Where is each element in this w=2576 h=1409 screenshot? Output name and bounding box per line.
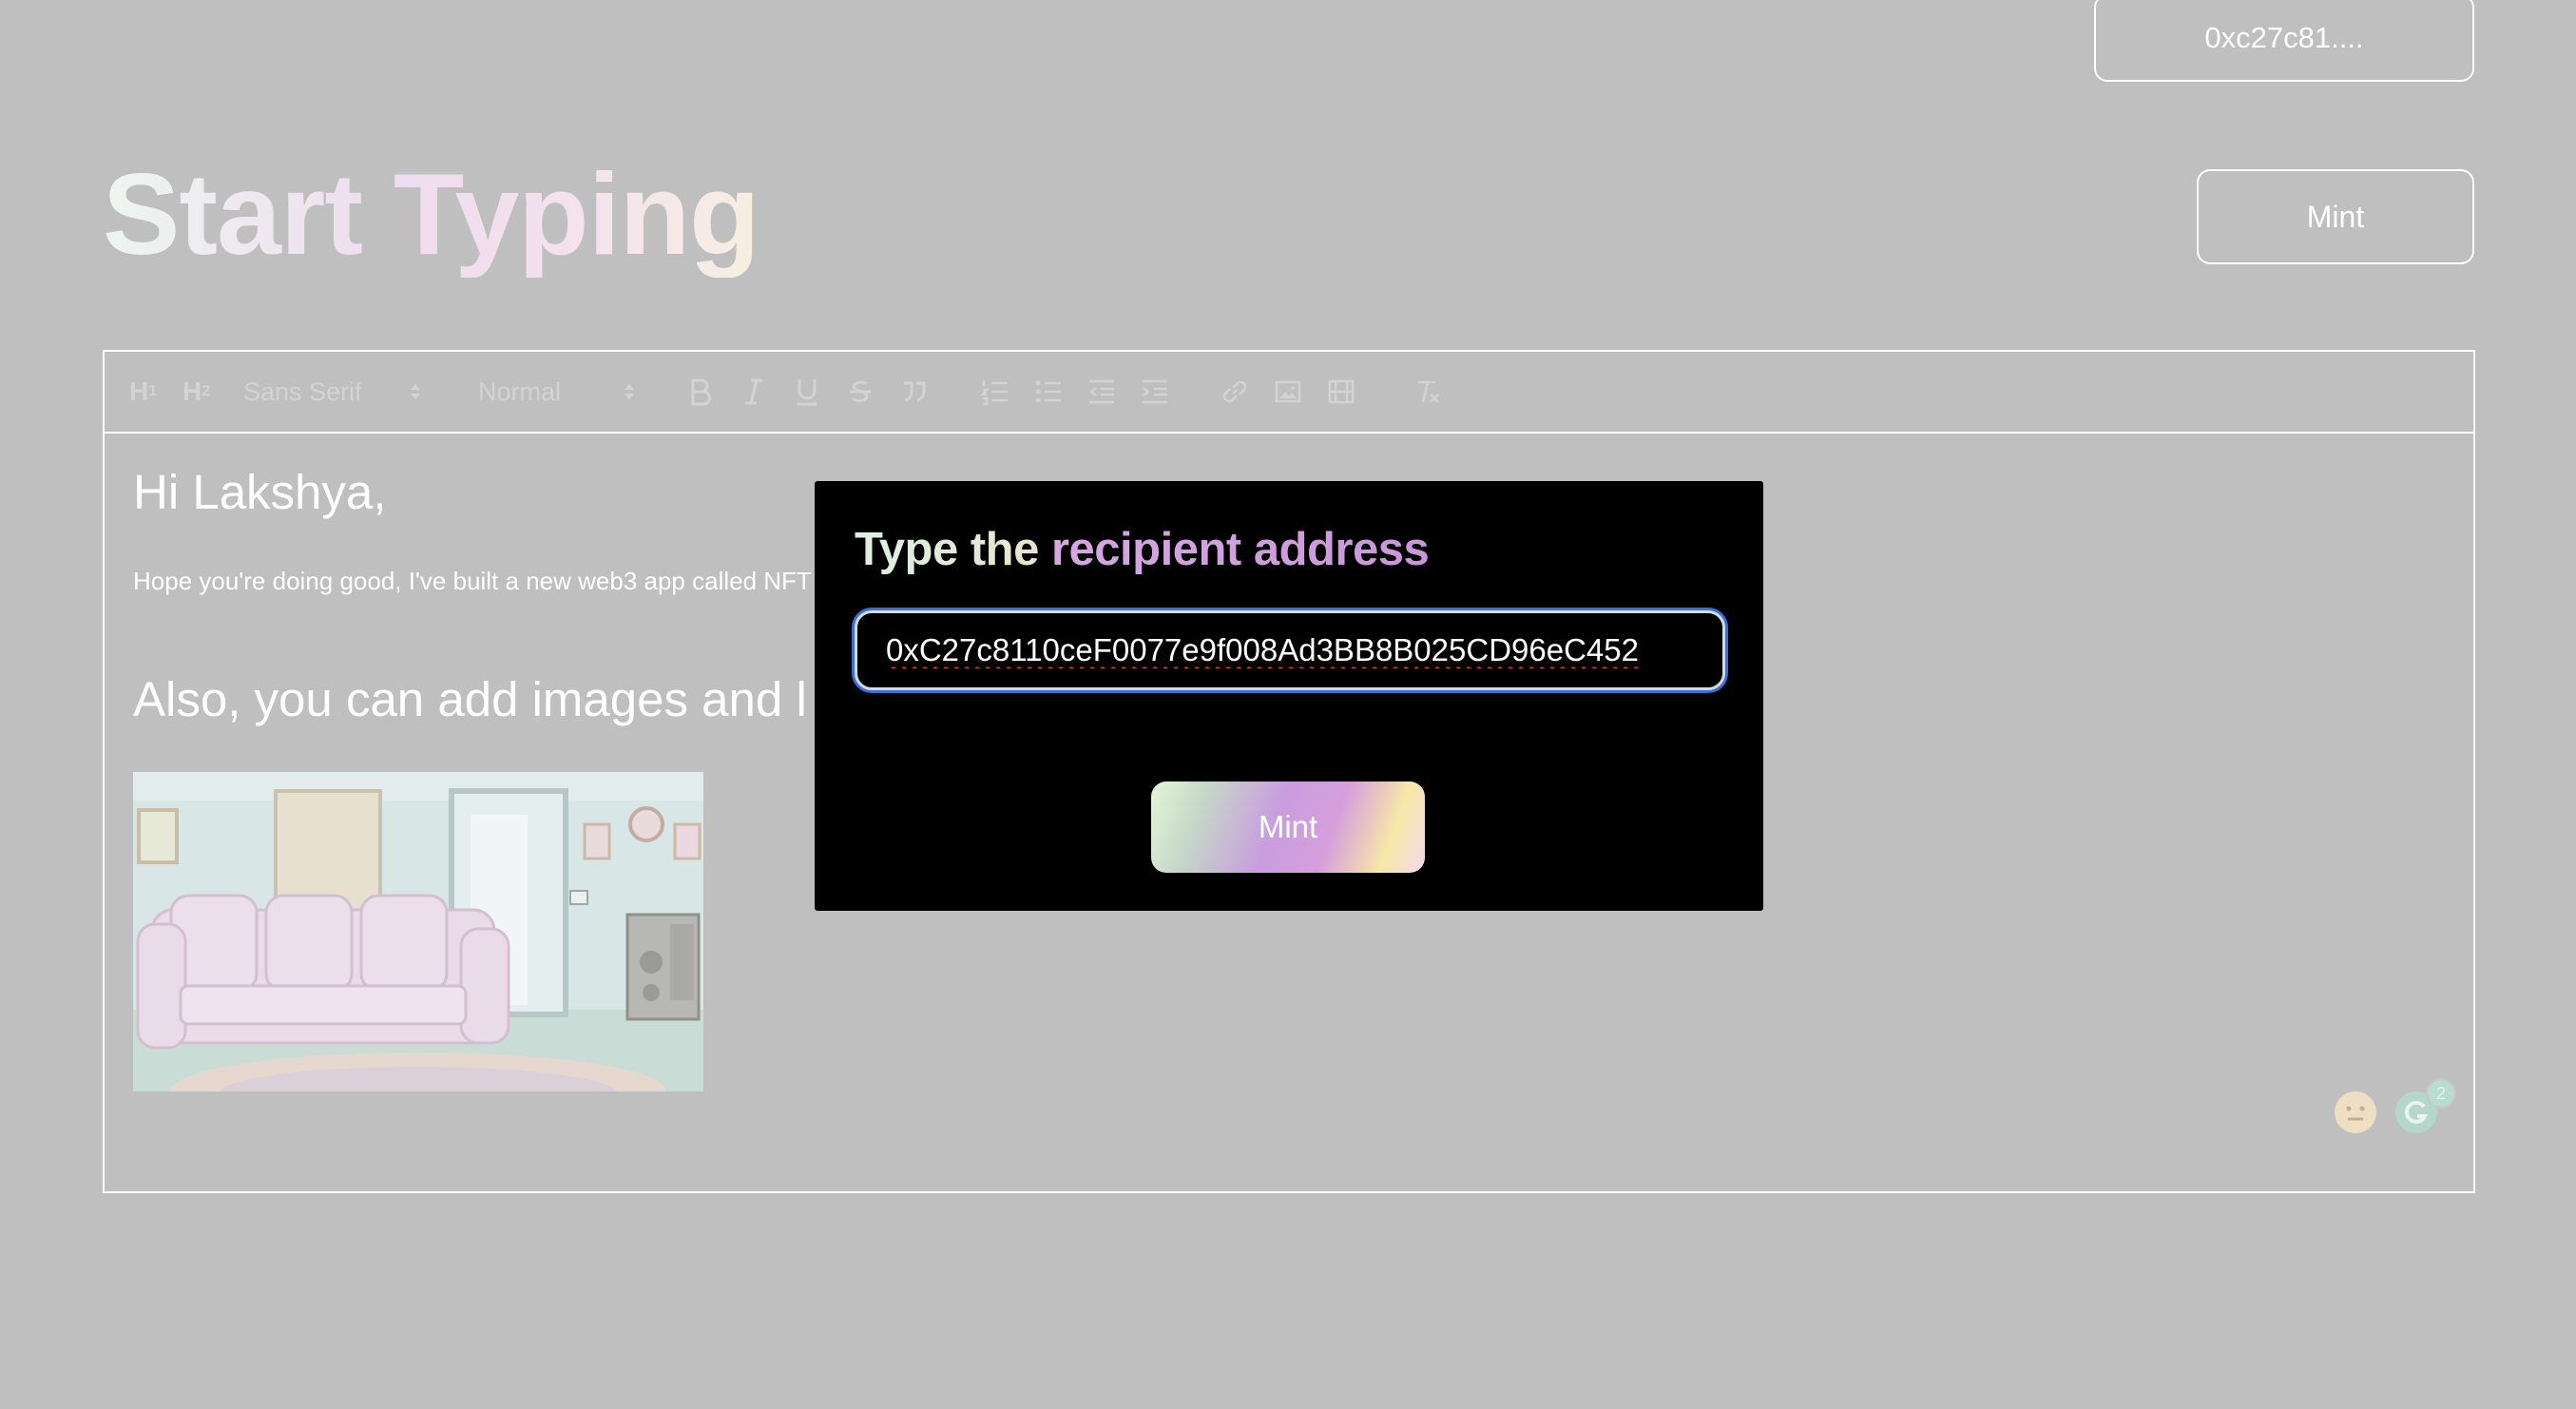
neutral-face-icon[interactable]	[2334, 1091, 2377, 1134]
ordered-list-icon[interactable]	[981, 376, 1009, 407]
font-family-select[interactable]: Sans Serif	[243, 376, 424, 407]
bold-icon[interactable]	[688, 376, 713, 407]
font-size-select[interactable]: Normal	[478, 376, 649, 407]
subheading-text: Also, you can add images and l	[133, 672, 807, 726]
strike-icon[interactable]	[848, 376, 873, 407]
heading1-button[interactable]: H1	[129, 376, 157, 407]
page-title: Start Typing	[103, 149, 760, 279]
mint-button[interactable]: Mint	[2197, 169, 2474, 264]
outdent-icon[interactable]	[1087, 376, 1116, 407]
link-icon[interactable]	[1221, 376, 1249, 407]
paragraph-text: Hope you're doing good, I've built a new…	[133, 567, 812, 595]
grammarly-badge: 2	[2426, 1078, 2456, 1109]
font-family-value: Sans Serif	[243, 376, 362, 406]
italic-icon[interactable]	[741, 376, 766, 407]
select-arrows-icon	[411, 384, 420, 399]
modal-title: Type the recipient address	[855, 524, 1430, 575]
video-icon[interactable]	[1327, 376, 1355, 407]
greeting-text: Hi Lakshya,	[133, 465, 387, 519]
underline-icon[interactable]	[795, 376, 819, 407]
font-size-value: Normal	[478, 376, 562, 406]
bullet-list-icon[interactable]	[1034, 376, 1063, 407]
quote-icon[interactable]	[901, 376, 928, 407]
heading2-button[interactable]: H2	[183, 376, 210, 407]
clear-format-icon[interactable]	[1414, 376, 1443, 407]
image-icon[interactable]	[1274, 376, 1302, 407]
modal-mint-button[interactable]: Mint	[1151, 782, 1425, 873]
select-arrows-icon	[625, 384, 634, 399]
editor-toolbar: H1 H2 Sans Serif Normal	[105, 352, 2473, 434]
mint-modal: Type the recipient address Mint	[815, 481, 1763, 911]
recipient-address-input[interactable]	[855, 610, 1725, 690]
embedded-room-image	[133, 772, 703, 1091]
wallet-address-button[interactable]: 0xc27c81....	[2094, 0, 2474, 82]
indent-icon[interactable]	[1141, 376, 1169, 407]
